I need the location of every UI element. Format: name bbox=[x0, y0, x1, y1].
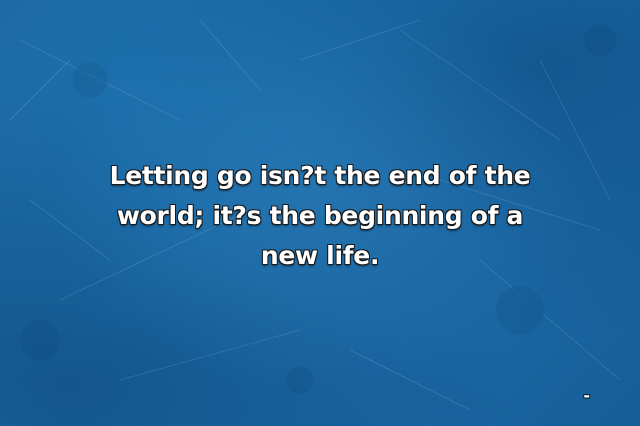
quote-card: Letting go isn?t the end of the world; i… bbox=[0, 0, 640, 426]
quote-attribution: - bbox=[583, 386, 590, 405]
quote-text: Letting go isn?t the end of the world; i… bbox=[109, 161, 531, 270]
